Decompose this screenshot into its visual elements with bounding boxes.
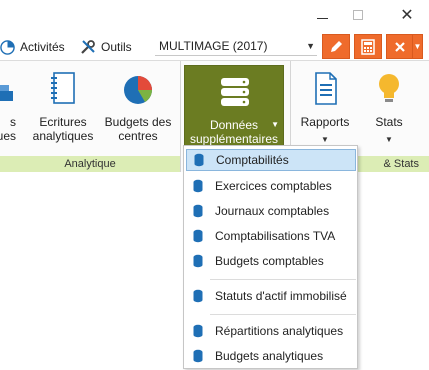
ecritures-analytiques-button[interactable]: Ecritures analytiques xyxy=(27,61,99,156)
database-icon xyxy=(221,78,249,106)
activites-menu[interactable]: Activités xyxy=(0,37,65,57)
stats-button[interactable]: Stats ▼ xyxy=(364,61,414,156)
outils-label: Outils xyxy=(101,40,132,54)
chevron-down-icon: ▼ xyxy=(271,120,279,129)
menu-item-label: Journaux comptables xyxy=(215,204,330,218)
database-icon xyxy=(194,153,204,167)
menu-item-label: Statuts d'actif immobilisé xyxy=(215,289,347,303)
ribbon-button-partial[interactable]: s ques xyxy=(0,61,16,156)
lightbulb-icon xyxy=(379,74,399,102)
calculator-icon xyxy=(361,38,375,55)
ledger-icon xyxy=(0,85,13,101)
menu-item-label: Comptabilités xyxy=(216,153,289,167)
close-icon xyxy=(394,41,405,52)
calculator-button[interactable] xyxy=(354,34,382,59)
company-select[interactable]: MULTIMAGE (2017) ▼ xyxy=(155,38,317,56)
database-icon xyxy=(193,289,203,303)
close-options-dropdown[interactable]: ▼ xyxy=(412,34,423,59)
menu-item-repartitions[interactable]: Répartitions analytiques xyxy=(186,320,356,342)
minimize-button[interactable] xyxy=(310,4,334,26)
minimize-icon xyxy=(316,17,328,19)
group-label-analytique: Analytique xyxy=(0,156,180,172)
menu-separator xyxy=(210,314,356,315)
rapports-label: Rapports xyxy=(300,115,350,129)
menu-item-label: Budgets comptables xyxy=(215,254,324,268)
menu-item-label: Budgets analytiques xyxy=(215,349,324,363)
tools-icon xyxy=(81,40,95,54)
ribbon-group-analytique: s ques Ecritures analytiques Budgets des… xyxy=(0,61,180,172)
menu-item-comptabilites[interactable]: Comptabilités xyxy=(186,149,356,171)
donnees-supplementaires-button[interactable]: Données supplémentaires ▼ xyxy=(184,65,284,151)
partial-button-label: s ques xyxy=(0,115,16,143)
ecritures-label: Ecritures analytiques xyxy=(32,115,94,143)
rapports-button[interactable]: Rapports ▼ xyxy=(294,61,356,156)
menu-item-label: Comptabilisations TVA xyxy=(215,229,336,243)
menu-item-exercices[interactable]: Exercices comptables xyxy=(186,175,356,197)
database-icon xyxy=(193,229,203,243)
menu-item-budgets-analytiques[interactable]: Budgets analytiques xyxy=(186,345,356,367)
menu-item-label: Exercices comptables xyxy=(215,179,332,193)
maximize-icon xyxy=(353,10,363,20)
menu-separator xyxy=(210,279,356,280)
chevron-down-icon: ▼ xyxy=(413,42,422,51)
chevron-down-icon: ▼ xyxy=(306,41,315,51)
close-icon: ✕ xyxy=(400,7,414,24)
database-icon xyxy=(193,179,203,193)
budgets-centres-label: Budgets des centres xyxy=(104,115,172,143)
menu-item-budgets-comptables[interactable]: Budgets comptables xyxy=(186,250,356,272)
database-icon xyxy=(193,324,203,338)
window-close-button[interactable]: ✕ xyxy=(395,4,419,26)
edit-button[interactable] xyxy=(322,34,350,59)
pencil-icon xyxy=(331,40,342,52)
database-icon xyxy=(193,349,203,363)
menu-item-statuts-actif[interactable]: Statuts d'actif immobilisé xyxy=(186,285,356,307)
report-icon xyxy=(315,72,337,105)
outils-menu[interactable]: Outils xyxy=(80,37,132,57)
chevron-down-icon: ▼ xyxy=(385,135,393,144)
title-bar: ✕ xyxy=(0,0,429,32)
pie-icon xyxy=(0,39,15,55)
menu-item-label: Répartitions analytiques xyxy=(215,324,344,338)
donnees-label: Données supplémentaires xyxy=(189,118,279,146)
budgets-centres-button[interactable]: Budgets des centres xyxy=(101,61,175,156)
ribbon-divider xyxy=(180,61,181,172)
donnees-dropdown-menu: Comptabilités Exercices comptables Journ… xyxy=(183,145,358,369)
close-record-button[interactable] xyxy=(386,34,412,59)
database-icon xyxy=(193,254,203,268)
database-icon xyxy=(193,204,203,218)
maximize-button[interactable] xyxy=(346,4,370,26)
notebook-icon xyxy=(51,72,75,104)
stats-label: Stats xyxy=(375,115,403,129)
menu-item-tva[interactable]: Comptabilisations TVA xyxy=(186,225,356,247)
activites-label: Activités xyxy=(20,40,65,54)
command-bar: Activités Outils MULTIMAGE (2017) ▼ ▼ xyxy=(0,32,429,60)
menu-item-journaux[interactable]: Journaux comptables xyxy=(186,200,356,222)
pie-chart-icon xyxy=(124,76,152,104)
company-select-value: MULTIMAGE (2017) xyxy=(159,39,268,53)
